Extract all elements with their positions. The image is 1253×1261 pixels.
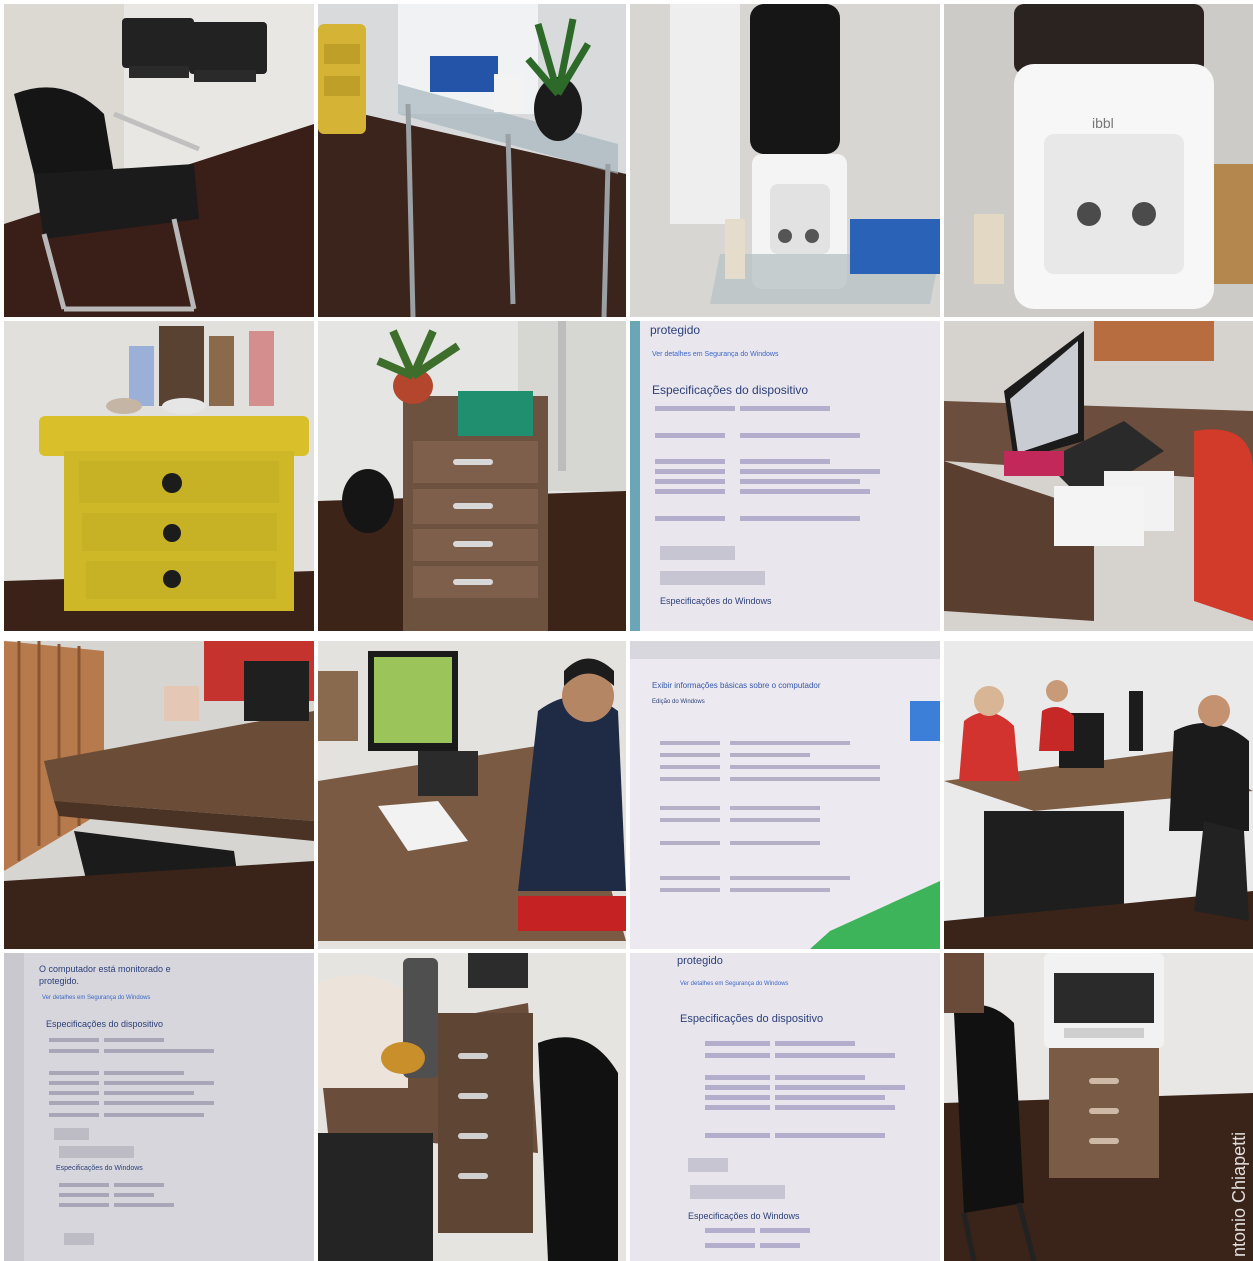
screen-heading: protegido — [650, 323, 701, 337]
screen-footer-title: Especificações do Windows — [56, 1165, 143, 1172]
screen-heading: Exibir informações básicas sobre o compu… — [652, 681, 821, 690]
photo-screen-device-specs-2: protegido Ver detalhes em Segurança do W… — [630, 953, 940, 1261]
photo-water-cooler-closeup: ibbl — [944, 4, 1253, 317]
photo-glass-table-plant — [318, 4, 626, 317]
screen-section-title: Especificações do dispositivo — [680, 1013, 824, 1025]
photo-drawer-cabinet-plant — [318, 321, 626, 631]
photo-office-desk-monitor — [944, 321, 1253, 631]
photo-printer-cabinet — [944, 953, 1253, 1261]
screen-section-title: Especificações do dispositivo — [652, 383, 809, 397]
screen-link: Ver detalhes em Segurança do Windows — [680, 981, 789, 987]
photo-screen-system-info: Exibir informações básicas sobre o compu… — [630, 641, 940, 949]
watermark-text: ntonio Chiapetti — [1229, 1131, 1249, 1257]
photo-screen-device-specs: protegido Ver detalhes em Segurança do W… — [630, 321, 940, 631]
photo-cabinet-bag-thermos — [318, 953, 626, 1261]
photo-screen-monitored: O computador está monitorado e protegido… — [4, 953, 314, 1261]
photo-empty-desk-blinds — [4, 641, 314, 949]
photo-yellow-dresser — [4, 321, 314, 631]
cooler-brand-text: ibbl — [1092, 115, 1114, 131]
screen-edition-label: Edição do Windows — [652, 699, 705, 705]
photo-collage: ibbl protegido Ver detalhes em Segurança… — [0, 0, 1253, 1261]
screen-section-title: Especificações do dispositivo — [46, 1019, 164, 1029]
screen-heading: O computador está monitorado e protegido… — [39, 964, 171, 986]
screen-link: Ver detalhes em Segurança do Windows — [652, 351, 779, 358]
photo-man-at-desk — [318, 641, 626, 949]
photo-water-cooler — [630, 4, 940, 317]
photo-team-workstations — [944, 641, 1253, 949]
screen-heading: protegido — [677, 955, 723, 967]
photo-waiting-chairs — [4, 4, 314, 317]
photographer-watermark: ntonio Chiapetti — [1229, 957, 1251, 1257]
screen-footer-title: Especificações do Windows — [688, 1211, 800, 1221]
screen-footer-title: Especificações do Windows — [660, 596, 772, 606]
screen-link: Ver detalhes em Segurança do Windows — [42, 995, 151, 1001]
